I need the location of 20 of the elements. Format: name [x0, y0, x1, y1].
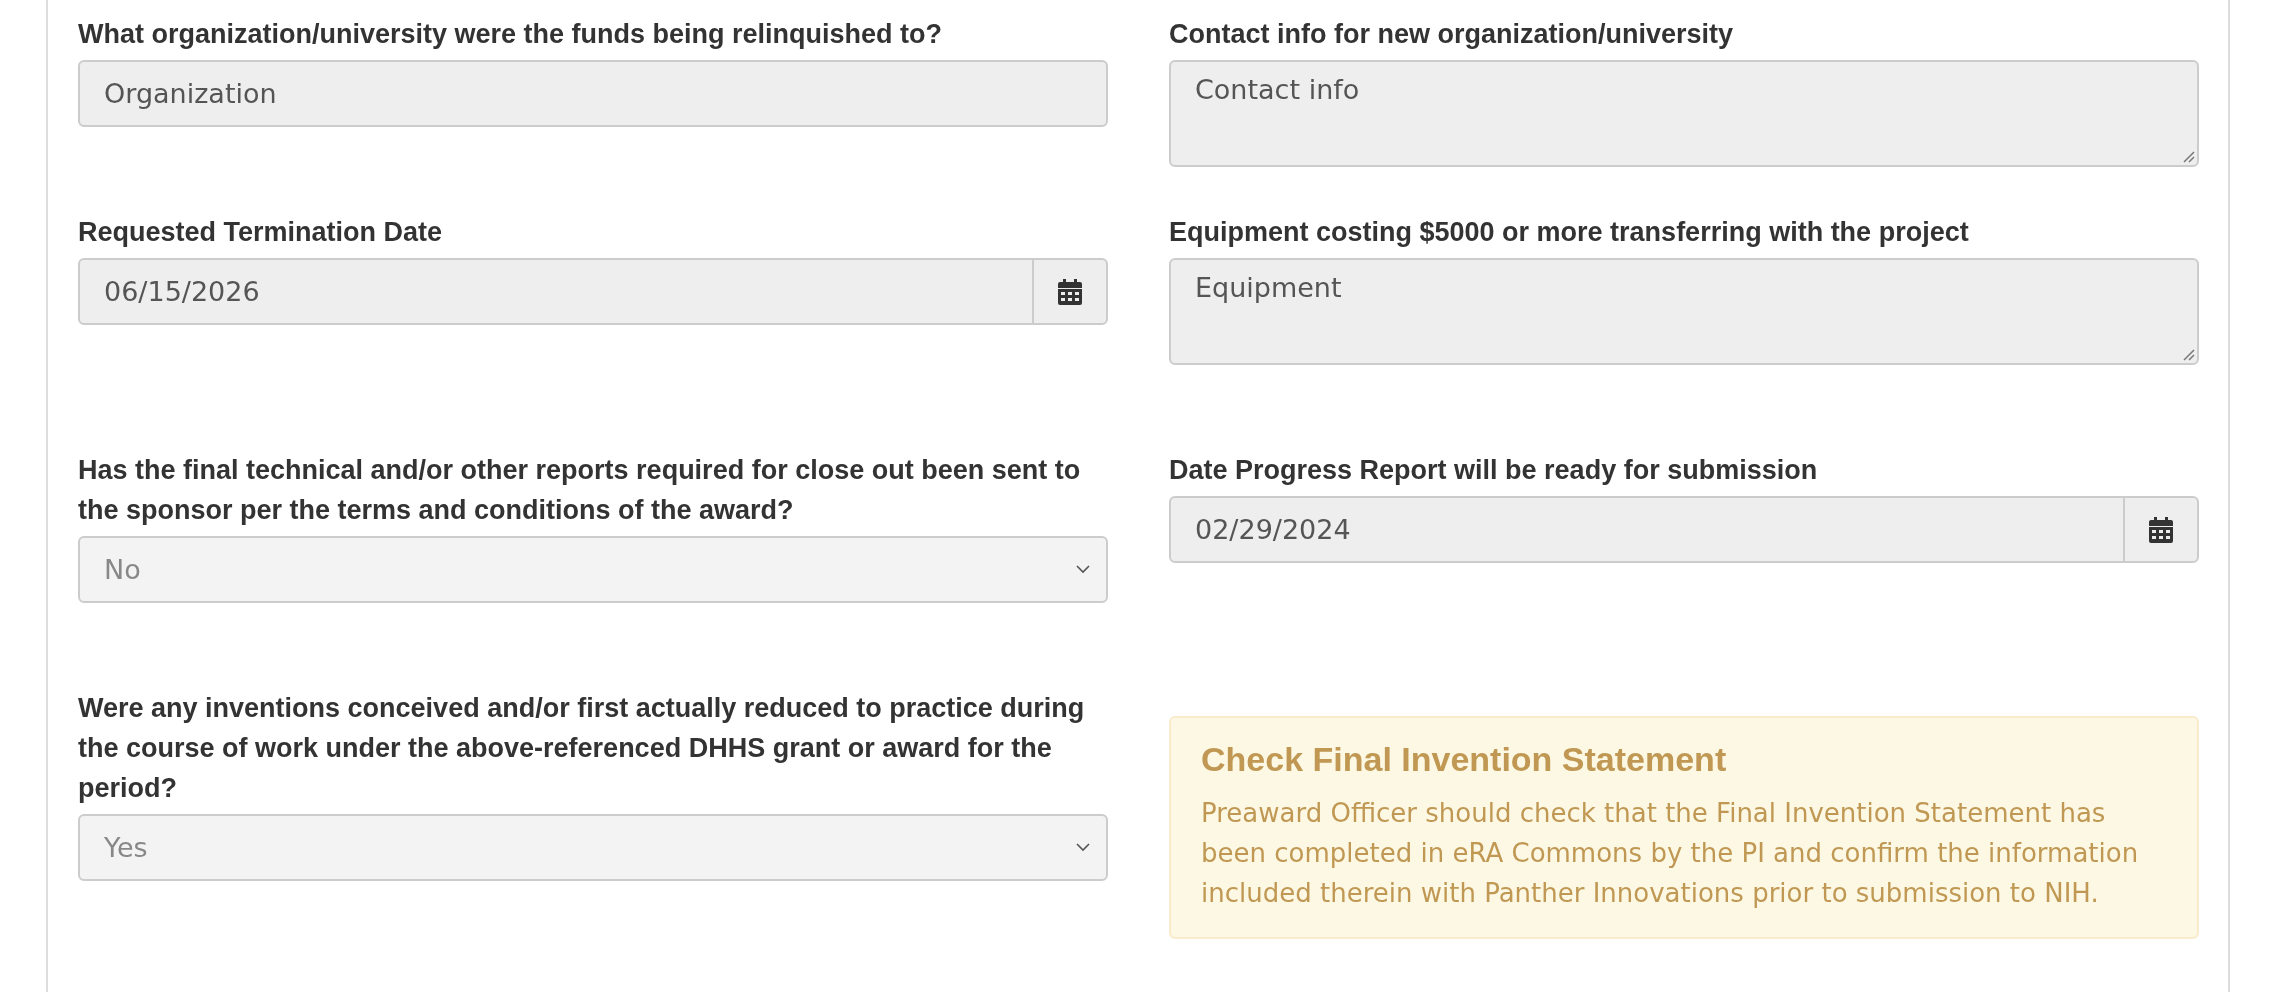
alert-title: Check Final Invention Statement	[1201, 740, 1728, 779]
field-label: Date Progress Report will be ready for submission	[1169, 454, 1819, 487]
chevron-down-icon	[1076, 565, 1090, 574]
resize-grip-icon[interactable]	[2181, 347, 2195, 361]
field-label: Were any inventions conceived and/or first actually reduced to practice during the course of work under the above-referenced DHHS grant or award for the period?	[78, 692, 1086, 805]
calendar-icon	[2149, 516, 2173, 543]
field-label: What organization/university were the funds being relinquished to?	[78, 18, 944, 51]
text-area[interactable]: Equipment	[1169, 258, 2199, 365]
text-area[interactable]: Contact info	[1169, 60, 2199, 167]
resize-grip-icon[interactable]	[2181, 149, 2195, 163]
chevron-down-icon	[1076, 843, 1090, 852]
field-label: Requested Termination Date	[78, 216, 444, 249]
date-field[interactable]: 02/29/2024	[1169, 496, 2199, 563]
field-label: Has the final technical and/or other reports required for close out been sent to the sponsor per the terms and conditions of the award?	[78, 454, 1082, 527]
date-field[interactable]: 06/15/2026	[78, 258, 1108, 325]
field-label: Equipment costing $5000 or more transferring with the project	[1169, 216, 1970, 249]
field-label: Contact info for new organization/university	[1169, 18, 1735, 51]
text-field[interactable]: Organization	[78, 60, 1108, 127]
alert-text: Preaward Officer should check that the Final Invention Statement has been completed in eRA Commons by the PI and confirm the information included therein with Panther Innovations prior to submission to NIH.	[1201, 797, 2140, 910]
calendar-icon	[1058, 278, 1082, 305]
